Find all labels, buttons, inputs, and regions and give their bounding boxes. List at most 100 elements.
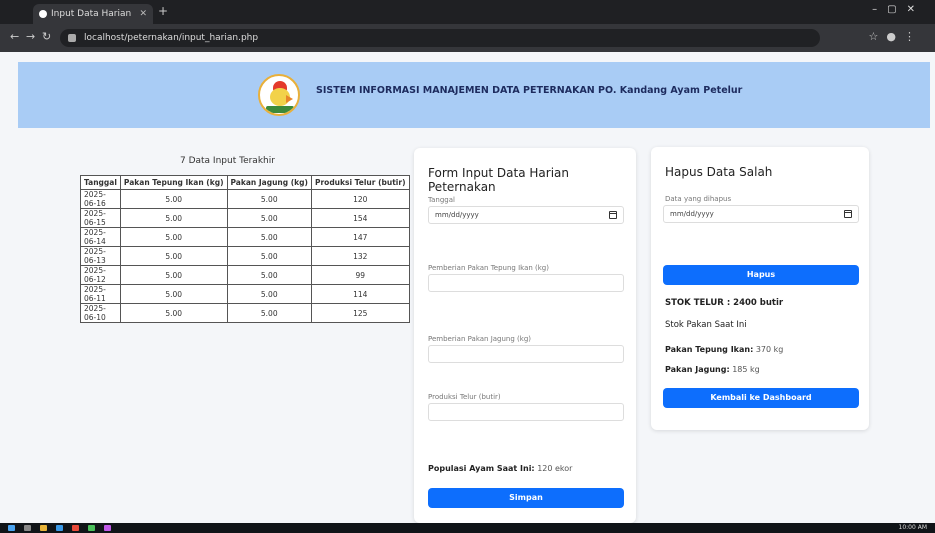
cell-date: 2025-06-14: [80, 227, 121, 247]
fish-stock-value: 370 kg: [755, 345, 784, 354]
table-row: 2025-06-15 5.00 5.00 154: [80, 208, 410, 228]
cell-fish: 5.00: [119, 246, 228, 266]
delete-title: Hapus Data Salah: [665, 165, 773, 179]
url-text: localhost/peternakan/input_harian.php: [84, 33, 259, 43]
app-icon[interactable]: [104, 525, 111, 531]
browser-extension-icons[interactable]: ☆●⋮: [869, 30, 923, 43]
egg-production-input[interactable]: [428, 403, 624, 421]
start-icon[interactable]: [8, 525, 15, 531]
feed-stock-title: Stok Pakan Saat Ini: [665, 320, 747, 330]
table-row: 2025-06-14 5.00 5.00 147: [80, 227, 410, 247]
cell-date: 2025-06-16: [80, 189, 121, 209]
cell-fish: 5.00: [119, 284, 228, 304]
fish-stock-text: Pakan Tepung Ikan: 370 kg: [665, 345, 783, 354]
cell-corn: 5.00: [226, 208, 312, 228]
population-label: Populasi Ayam Saat Ini:: [428, 464, 535, 473]
page-title: SISTEM INFORMASI MANAJEMEN DATA PETERNAK…: [316, 85, 743, 96]
population-value: 120 ekor: [537, 464, 573, 473]
cell-date: 2025-06-11: [80, 284, 121, 304]
delete-date-placeholder: mm/dd/yyyy: [670, 210, 714, 218]
favicon-icon: [39, 10, 47, 18]
close-tab-icon[interactable]: ✕: [139, 4, 147, 24]
table-row: 2025-06-10 5.00 5.00 125: [80, 303, 410, 323]
delete-date-input[interactable]: mm/dd/yyyy: [663, 205, 859, 223]
cell-fish: 5.00: [119, 227, 228, 247]
os-taskbar: 10:00 AM: [0, 523, 935, 533]
calendar-icon[interactable]: [609, 211, 617, 219]
column-header: Produksi Telur (butir): [310, 175, 410, 190]
tab-title: Input Data Harian: [51, 9, 132, 19]
cell-corn: 5.00: [226, 303, 312, 323]
cell-date: 2025-06-12: [80, 265, 121, 285]
fish-feed-input[interactable]: [428, 274, 624, 292]
column-header: Pakan Jagung (kg): [226, 175, 312, 190]
date-label: Tanggal: [428, 196, 455, 204]
population-text: Populasi Ayam Saat Ini: 120 ekor: [428, 464, 572, 473]
daily-input-form: Form Input Data Harian Peternakan Tangga…: [414, 148, 636, 523]
egg-stock-text: STOK TELUR : 2400 butir: [665, 298, 784, 308]
site-info-icon[interactable]: [68, 34, 76, 42]
page-content: SISTEM INFORMASI MANAJEMEN DATA PETERNAK…: [0, 52, 935, 523]
new-tab-icon[interactable]: +: [158, 4, 168, 18]
browser-tab[interactable]: Input Data Harian ✕: [33, 4, 153, 24]
file-explorer-icon[interactable]: [40, 525, 47, 531]
fish-stock-label: Pakan Tepung Ikan:: [665, 345, 754, 354]
recent-table-title: 7 Data Input Terakhir: [180, 156, 275, 166]
cell-date: 2025-06-10: [80, 303, 121, 323]
taskbar-clock: 10:00 AM: [898, 524, 927, 531]
cell-corn: 5.00: [226, 227, 312, 247]
app-icon[interactable]: [56, 525, 63, 531]
corn-feed-input[interactable]: [428, 345, 624, 363]
cell-corn: 5.00: [226, 246, 312, 266]
delete-date-label: Data yang dihapus: [665, 195, 732, 203]
cell-fish: 5.00: [119, 265, 228, 285]
column-header: Pakan Tepung Ikan (kg): [119, 175, 228, 190]
corn-stock-label: Pakan Jagung:: [665, 365, 730, 374]
recent-data-table: Tanggal Pakan Tepung Ikan (kg) Pakan Jag…: [80, 175, 410, 323]
browser-toolbar: ← → ↻ localhost/peternakan/input_harian.…: [0, 24, 935, 52]
cell-fish: 5.00: [119, 208, 228, 228]
window-controls[interactable]: –▢✕: [872, 4, 925, 15]
search-icon[interactable]: [24, 525, 31, 531]
cell-fish: 5.00: [119, 189, 228, 209]
address-bar[interactable]: localhost/peternakan/input_harian.php: [60, 29, 820, 47]
delete-button[interactable]: Hapus: [663, 265, 859, 285]
back-icon[interactable]: ←: [10, 30, 19, 43]
cell-corn: 5.00: [226, 265, 312, 285]
corn-feed-label: Pemberian Pakan Jagung (kg): [428, 335, 531, 343]
fish-feed-label: Pemberian Pakan Tepung Ikan (kg): [428, 264, 549, 272]
cell-corn: 5.00: [226, 284, 312, 304]
app-icon[interactable]: [72, 525, 79, 531]
cell-date: 2025-06-15: [80, 208, 121, 228]
delete-data-panel: Hapus Data Salah Data yang dihapus mm/dd…: [651, 147, 869, 430]
cell-corn: 5.00: [226, 189, 312, 209]
egg-production-label: Produksi Telur (butir): [428, 393, 501, 401]
table-row: 2025-06-11 5.00 5.00 114: [80, 284, 410, 304]
cell-eggs: 154: [310, 208, 410, 228]
calendar-icon[interactable]: [844, 210, 852, 218]
chicken-logo-icon: [258, 74, 300, 116]
table-row: 2025-06-13 5.00 5.00 132: [80, 246, 410, 266]
corn-stock-value: 185 kg: [732, 365, 760, 374]
cell-eggs: 132: [310, 246, 410, 266]
save-button[interactable]: Simpan: [428, 488, 624, 508]
cell-fish: 5.00: [119, 303, 228, 323]
reload-icon[interactable]: ↻: [42, 30, 51, 43]
cell-eggs: 120: [310, 189, 410, 209]
column-header: Tanggal: [80, 175, 121, 190]
forward-icon[interactable]: →: [26, 30, 35, 43]
cell-eggs: 114: [310, 284, 410, 304]
back-to-dashboard-button[interactable]: Kembali ke Dashboard: [663, 388, 859, 408]
cell-eggs: 99: [310, 265, 410, 285]
form-title: Form Input Data Harian Peternakan: [428, 166, 569, 194]
date-input[interactable]: mm/dd/yyyy: [428, 206, 624, 224]
chrome-icon[interactable]: [88, 525, 95, 531]
table-row: 2025-06-16 5.00 5.00 120: [80, 189, 410, 209]
header-banner: SISTEM INFORMASI MANAJEMEN DATA PETERNAK…: [18, 62, 930, 128]
cell-date: 2025-06-13: [80, 246, 121, 266]
cell-eggs: 147: [310, 227, 410, 247]
corn-stock-text: Pakan Jagung: 185 kg: [665, 365, 760, 374]
browser-tab-bar: Input Data Harian ✕ + –▢✕: [0, 0, 935, 24]
table-row: 2025-06-12 5.00 5.00 99: [80, 265, 410, 285]
table-header-row: Tanggal Pakan Tepung Ikan (kg) Pakan Jag…: [80, 175, 410, 190]
